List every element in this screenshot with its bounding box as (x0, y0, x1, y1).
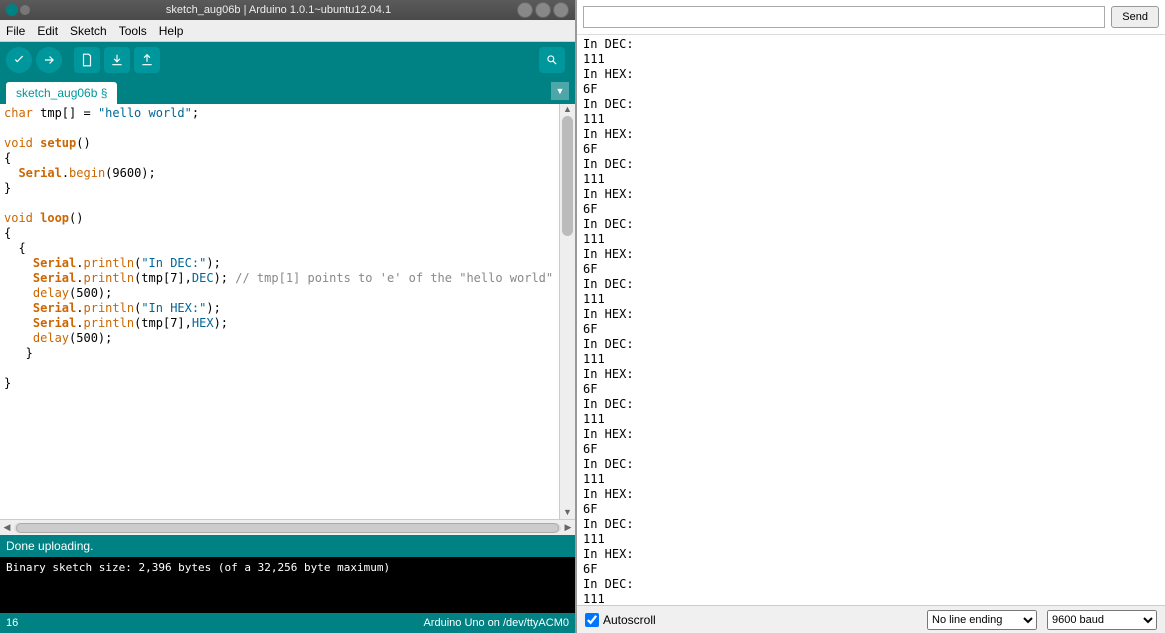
serial-monitor-button[interactable] (539, 47, 565, 73)
menu-tools[interactable]: Tools (119, 24, 147, 38)
menu-help[interactable]: Help (159, 24, 184, 38)
menu-edit[interactable]: Edit (37, 24, 58, 38)
footer-bar: 16 Arduino Uno on /dev/ttyACM0 (0, 613, 575, 633)
send-button[interactable]: Send (1111, 6, 1159, 28)
menu-bar: File Edit Sketch Tools Help (0, 20, 575, 42)
line-ending-select[interactable]: No line ending (927, 610, 1037, 630)
console-output: Binary sketch size: 2,396 bytes (of a 32… (0, 557, 575, 613)
upload-button[interactable] (36, 47, 62, 73)
new-button[interactable] (74, 47, 100, 73)
vertical-scrollbar[interactable]: ▲ ▼ (559, 104, 575, 519)
tab-menu-button[interactable]: ▼ (551, 82, 569, 100)
board-info: Arduino Uno on /dev/ttyACM0 (423, 617, 569, 629)
window-titlebar: sketch_aug06b | Arduino 1.0.1~ubuntu12.0… (0, 0, 575, 20)
maximize-button[interactable] (535, 2, 551, 18)
baud-select[interactable]: 9600 baud (1047, 610, 1157, 630)
tab-bar: sketch_aug06b § ▼ (0, 78, 575, 104)
status-bar: Done uploading. (0, 535, 575, 557)
autoscroll-input[interactable] (585, 613, 599, 627)
window-title: sketch_aug06b | Arduino 1.0.1~ubuntu12.0… (40, 4, 517, 16)
close-button[interactable] (553, 2, 569, 18)
toolbar (0, 42, 575, 78)
verify-button[interactable] (6, 47, 32, 73)
horizontal-scrollbar[interactable]: ◀ ▶ (0, 519, 575, 535)
serial-output[interactable]: In DEC: 111 In HEX: 6F In DEC: 111 In HE… (577, 35, 1165, 605)
arduino-logo-icon (6, 4, 18, 16)
arduino-ide-window: sketch_aug06b | Arduino 1.0.1~ubuntu12.0… (0, 0, 575, 633)
menu-sketch[interactable]: Sketch (70, 24, 107, 38)
line-number: 16 (6, 617, 18, 629)
code-editor[interactable]: char tmp[] = "hello world"; void setup()… (0, 104, 559, 519)
minimize-button[interactable] (517, 2, 533, 18)
open-button[interactable] (104, 47, 130, 73)
menu-file[interactable]: File (6, 24, 25, 38)
save-button[interactable] (134, 47, 160, 73)
autoscroll-checkbox[interactable]: Autoscroll (585, 613, 656, 627)
sketch-tab[interactable]: sketch_aug06b § (6, 82, 117, 104)
serial-monitor-window: Send In DEC: 111 In HEX: 6F In DEC: 111 … (575, 0, 1165, 633)
app-menu-icon[interactable] (20, 5, 30, 15)
serial-input[interactable] (583, 6, 1105, 28)
